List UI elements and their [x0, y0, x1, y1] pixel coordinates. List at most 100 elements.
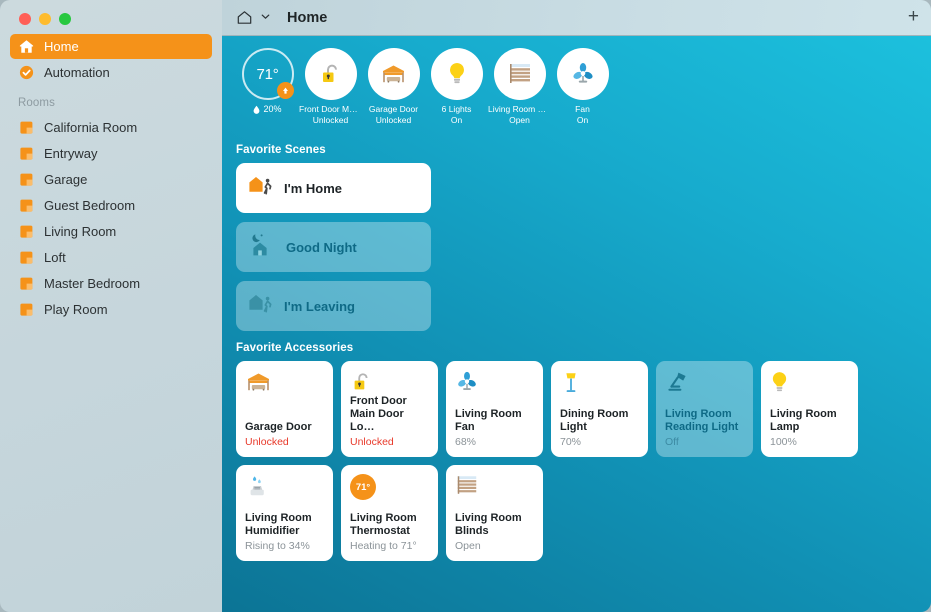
room-icon: [18, 145, 35, 162]
accessory-state: 70%: [560, 436, 582, 448]
scene-im-leaving[interactable]: I'm Leaving: [236, 281, 431, 331]
room-icon: [18, 223, 35, 240]
sidebar-item-label: Loft: [44, 250, 66, 265]
thermostat-ring-icon: 71°: [241, 48, 294, 100]
status-tile-label: Fan On: [575, 104, 590, 125]
favorite-accessories-grid: Garage Door Unlocked Front Door Main Doo…: [222, 361, 922, 561]
blinds-icon: [493, 48, 546, 100]
accessory-body: Living Room Lamp 100%: [770, 408, 850, 449]
favorite-scenes-title: Favorite Scenes: [236, 144, 326, 156]
status-tile-label: Living Room Bl… Open: [488, 104, 551, 125]
accessory-state: 100%: [770, 436, 797, 448]
floor-lamp-icon: [560, 370, 640, 398]
sidebar-item-california-room[interactable]: California Room: [10, 115, 212, 140]
thermostat-badge-icon: 71°: [350, 474, 430, 502]
scene-label: Good Night: [286, 239, 357, 255]
accessory-living-room-reading-light[interactable]: Living Room Reading Light Off: [656, 361, 753, 457]
status-tile-blinds[interactable]: Living Room Bl… Open: [488, 48, 551, 140]
sidebar: Home Automation Rooms California Room En…: [0, 0, 222, 612]
blinds-icon: [455, 474, 535, 502]
accessory-body: Garage Door Unlocked: [245, 421, 325, 449]
accessory-name: Living Room Fan: [455, 408, 522, 433]
page-title: Home: [287, 9, 328, 26]
sidebar-item-living-room[interactable]: Living Room: [10, 219, 212, 244]
window-controls: [10, 0, 212, 34]
status-tile-thermostat[interactable]: 71° 20%: [236, 48, 299, 140]
accessory-body: Living Room Fan 68%: [455, 408, 535, 449]
minimize-button[interactable]: [39, 13, 51, 25]
accessory-body: Front Door Main Door Lo… Unlocked: [350, 395, 430, 449]
house-leaving-icon: [247, 291, 275, 321]
accessory-garage-door[interactable]: Garage Door Unlocked: [236, 361, 333, 457]
status-tile-front-door-lock[interactable]: Front Door Mai… Unlocked: [299, 48, 362, 140]
favorite-scenes-grid: I'm Home Good Night I'm Leaving: [222, 163, 642, 331]
close-button[interactable]: [19, 13, 31, 25]
home-app-window: Home Automation Rooms California Room En…: [0, 0, 931, 612]
accessory-name: Living Room Reading Light: [665, 408, 739, 433]
sidebar-item-label: Entryway: [44, 146, 98, 161]
sidebar-item-label: Garage: [44, 172, 88, 187]
accessory-body: Living Room Blinds Open: [455, 512, 535, 553]
sidebar-item-home[interactable]: Home: [10, 34, 212, 59]
sidebar-item-label: California Room: [44, 120, 138, 135]
accessory-front-door-lock[interactable]: Front Door Main Door Lo… Unlocked: [341, 361, 438, 457]
sidebar-item-entryway[interactable]: Entryway: [10, 141, 212, 166]
room-icon: [18, 301, 35, 318]
status-tile-label: 6 Lights On: [441, 104, 472, 125]
add-button[interactable]: +: [908, 7, 919, 28]
status-tile-fan[interactable]: Fan On: [551, 48, 614, 140]
toolbar: Home +: [222, 0, 931, 36]
favorite-accessories-title: Favorite Accessories: [236, 342, 354, 354]
accessory-state: Unlocked: [350, 436, 394, 448]
sidebar-item-label: Master Bedroom: [44, 276, 141, 291]
thermostat-temperature: 71°: [256, 65, 279, 83]
status-tile-label: Front Door Mai… Unlocked: [299, 104, 362, 125]
reading-lamp-icon: [665, 370, 745, 398]
sidebar-item-master-bedroom[interactable]: Master Bedroom: [10, 271, 212, 296]
garage-door-icon: [245, 370, 325, 398]
chevron-down-icon[interactable]: [260, 9, 271, 27]
accessory-living-room-humidifier[interactable]: Living Room Humidifier Rising to 34%: [236, 465, 333, 561]
fan-icon: [556, 48, 609, 100]
arrow-up-icon: [276, 82, 294, 99]
accessory-name: Garage Door: [245, 421, 312, 433]
accessory-state: Unlocked: [245, 436, 289, 448]
accessory-living-room-blinds[interactable]: Living Room Blinds Open: [446, 465, 543, 561]
sidebar-item-garage[interactable]: Garage: [10, 167, 212, 192]
status-tile-lights[interactable]: 6 Lights On: [425, 48, 488, 140]
garage-door-icon: [367, 48, 420, 100]
status-tile-garage-door[interactable]: Garage Door Unlocked: [362, 48, 425, 140]
accessory-living-room-lamp[interactable]: Living Room Lamp 100%: [761, 361, 858, 457]
sidebar-item-play-room[interactable]: Play Room: [10, 297, 212, 322]
accessory-living-room-fan[interactable]: Living Room Fan 68%: [446, 361, 543, 457]
scene-label: I'm Leaving: [284, 298, 355, 314]
sidebar-item-guest-bedroom[interactable]: Guest Bedroom: [10, 193, 212, 218]
accessory-name: Living Room Lamp: [770, 408, 837, 433]
accessory-body: Living Room Reading Light Off: [665, 408, 745, 449]
sidebar-item-loft[interactable]: Loft: [10, 245, 212, 270]
house-outline-icon[interactable]: [236, 9, 253, 26]
sidebar-item-label: Home: [44, 39, 79, 54]
accessory-dining-room-light[interactable]: Dining Room Light 70%: [551, 361, 648, 457]
humidity-value: 20%: [263, 104, 282, 114]
lock-open-icon: [304, 48, 357, 100]
zoom-button[interactable]: [59, 13, 71, 25]
humidity-readout: 20%: [253, 104, 282, 114]
home-canvas: 71° 20% Front Door Mai… Unlocked Garage …: [222, 36, 931, 612]
scene-label: I'm Home: [284, 180, 342, 196]
sidebar-item-label: Guest Bedroom: [44, 198, 136, 213]
accessory-body: Living Room Humidifier Rising to 34%: [245, 512, 325, 553]
room-icon: [18, 197, 35, 214]
accessory-name: Living Room Humidifier: [245, 512, 312, 537]
main-area: Home + 71° 20% Front Door Mai… Unlocked …: [222, 0, 931, 612]
humidifier-icon: [245, 474, 325, 502]
accessory-state: Open: [455, 540, 481, 552]
scene-im-home[interactable]: I'm Home: [236, 163, 431, 213]
accessory-living-room-thermostat[interactable]: 71° Living Room Thermostat Heating to 71…: [341, 465, 438, 561]
fan-icon: [455, 370, 535, 398]
scene-good-night[interactable]: Good Night: [236, 222, 431, 272]
droplet-icon: [254, 105, 260, 114]
status-strip: 71° 20% Front Door Mai… Unlocked Garage …: [222, 48, 931, 140]
sidebar-item-automation[interactable]: Automation: [10, 60, 212, 85]
sidebar-item-label: Play Room: [44, 302, 108, 317]
